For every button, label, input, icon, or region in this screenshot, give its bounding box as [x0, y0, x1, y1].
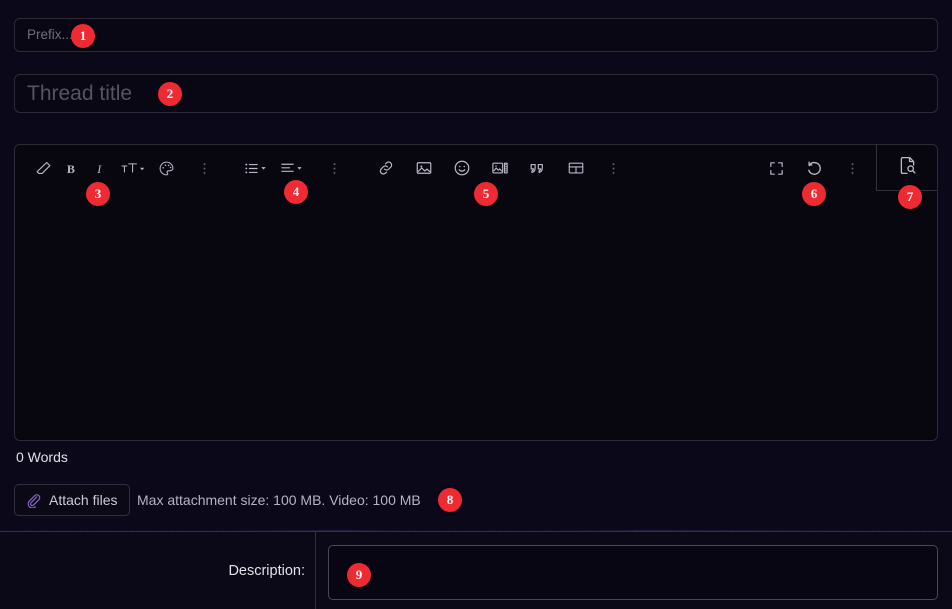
image-icon[interactable] — [409, 153, 438, 183]
italic-icon[interactable]: I — [87, 153, 116, 183]
emoji-icon[interactable] — [447, 153, 476, 183]
view-group — [762, 153, 876, 183]
more-options-icon[interactable] — [599, 153, 628, 183]
font-size-icon[interactable] — [116, 153, 152, 183]
paperclip-icon — [25, 492, 41, 508]
fullscreen-icon[interactable] — [762, 153, 791, 183]
more-options-icon[interactable] — [320, 153, 349, 183]
lists-alignment-group — [239, 153, 349, 183]
attach-files-button[interactable]: Attach files — [14, 484, 131, 516]
editor-toolbar: B I — [15, 145, 937, 191]
annotation-badge-8: 8 — [438, 488, 462, 512]
link-icon[interactable] — [371, 153, 400, 183]
annotation-badge-9: 9 — [347, 563, 371, 587]
table-icon[interactable] — [561, 153, 590, 183]
annotation-badge-6: 6 — [802, 182, 826, 206]
svg-text:I: I — [96, 161, 102, 175]
quote-icon[interactable] — [523, 153, 552, 183]
eraser-icon[interactable] — [29, 153, 58, 183]
description-row: Description: — [0, 531, 952, 609]
insert-group — [371, 153, 628, 183]
attach-files-label: Attach files — [49, 492, 118, 508]
description-input-cell — [316, 532, 952, 609]
formatting-group: B I — [29, 153, 219, 183]
thread-title-input[interactable]: Thread title — [14, 74, 938, 113]
bullet-list-icon[interactable] — [239, 153, 275, 183]
annotation-badge-3: 3 — [86, 182, 110, 206]
editor-content-area[interactable] — [15, 191, 937, 440]
description-input[interactable] — [328, 545, 938, 600]
svg-text:B: B — [67, 161, 75, 175]
preview-document-icon — [897, 155, 918, 181]
more-options-icon[interactable] — [190, 153, 219, 183]
undo-icon[interactable] — [800, 153, 829, 183]
word-count: 0 Words — [16, 449, 68, 465]
description-label-cell: Description: — [0, 532, 316, 609]
annotation-badge-7: 7 — [898, 185, 922, 209]
more-options-icon[interactable] — [838, 153, 867, 183]
annotation-badge-2: 2 — [158, 82, 182, 106]
description-label: Description: — [228, 562, 305, 579]
attachment-note: Max attachment size: 100 MB. Video: 100 … — [137, 492, 421, 508]
text-color-icon[interactable] — [152, 153, 181, 183]
media-gallery-icon[interactable] — [485, 153, 514, 183]
prefix-placeholder: Prefix... — [27, 27, 73, 42]
prefix-select[interactable]: Prefix... — [14, 18, 938, 52]
annotation-badge-4: 4 — [284, 180, 308, 204]
annotation-badge-1: 1 — [71, 24, 95, 48]
text-align-icon[interactable] — [275, 153, 311, 183]
bold-icon[interactable]: B — [58, 153, 87, 183]
annotation-badge-5: 5 — [474, 182, 498, 206]
preview-button[interactable] — [876, 145, 937, 191]
thread-title-placeholder: Thread title — [27, 82, 133, 105]
